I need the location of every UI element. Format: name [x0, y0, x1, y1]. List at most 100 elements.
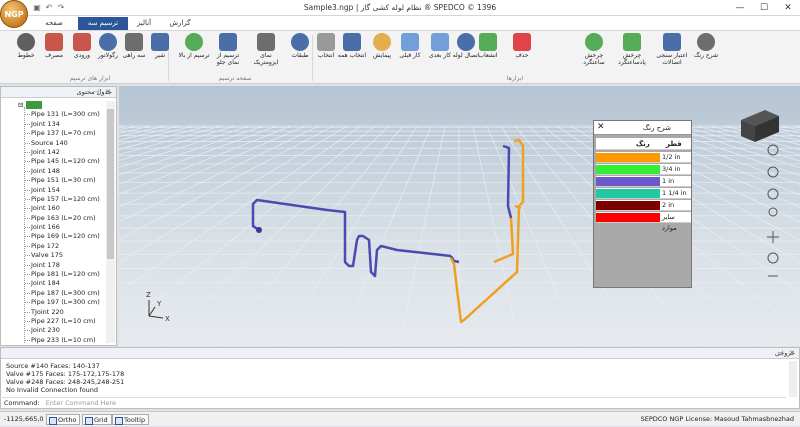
save-icon[interactable]: ▣ [32, 3, 42, 13]
tree-item[interactable]: Pipe 187 (L=300 cm) [3, 289, 102, 298]
minimize-button[interactable]: — [728, 0, 752, 16]
ribbon-button-label: نمای ایزومتریک [253, 52, 279, 66]
tree-item[interactable]: Joint 154 [3, 186, 102, 195]
tree-item[interactable]: Pipe 181 (L=120 cm) [3, 270, 102, 279]
tree-item[interactable]: TJoint 220 [3, 308, 102, 317]
color-size-label: 1 1/4 in [662, 189, 687, 197]
tree-item[interactable]: Joint 230 [3, 326, 102, 335]
tab-home[interactable]: صفحه اصلی [30, 17, 78, 39]
tree-list: ⊟ ngp Pipe 131 (L=300 cm) Joint 134 Pipe 1… [3, 101, 102, 345]
ribbon-button-label: کار قبلی [399, 52, 421, 59]
pin-icon[interactable]: ⊣ [93, 88, 99, 96]
tree-item[interactable]: Pipe 157 (L=120 cm) [3, 195, 102, 204]
tree-item[interactable]: Pipe 137 (L=70 cm) [3, 129, 102, 138]
tree-item[interactable]: Valve 175 [3, 251, 102, 260]
tab-report[interactable]: گزارش [160, 17, 200, 30]
group-tools-label: ابزارها [506, 75, 524, 82]
tree-root[interactable]: ⊟ ngp [3, 101, 102, 110]
ribbon-button-label: ترسیم از بالا [178, 52, 210, 59]
ribbon-button-8[interactable]: کار قبلی [394, 33, 426, 71]
tree-item[interactable]: Joint 178 [3, 261, 102, 270]
grid-toggle[interactable]: Grid [82, 414, 112, 425]
ribbon-button-12[interactable]: طبقات [284, 33, 316, 71]
command-bar: Command: Enter Command Here [0, 397, 786, 407]
tree-item[interactable]: Joint 166 [3, 223, 102, 232]
ribbon-button-9[interactable]: پیمایش [366, 33, 398, 71]
ribbon-button-20[interactable]: مصرف [38, 33, 70, 71]
rotate-cw-icon [585, 33, 603, 51]
group-canvas-label: صفحه ترسیم [218, 75, 252, 82]
ribbon-button-19[interactable]: ورودی [66, 33, 98, 71]
3d-viewport[interactable]: Z Y X [119, 86, 800, 346]
source-node[interactable] [256, 227, 262, 233]
ribbon-button-4[interactable]: حذف [506, 33, 538, 71]
tree-item[interactable]: Pipe 169 (L=120 cm) [3, 232, 102, 241]
select-icon [317, 33, 335, 51]
orange-pipe-network[interactable] [449, 138, 525, 324]
tree-item[interactable]: Source 140 [3, 139, 102, 148]
tree-item[interactable]: Joint 160 [3, 204, 102, 213]
tree-item[interactable]: Pipe 163 (L=20 cm) [3, 214, 102, 223]
tree-item[interactable]: Pipe 172 [3, 242, 102, 251]
close-icon[interactable]: ✕ [105, 88, 111, 96]
delete-icon [513, 33, 531, 51]
ribbon-button-label: اعتبار سنجی اتصالات [656, 52, 688, 66]
tree-item[interactable]: Joint 148 [3, 167, 102, 176]
tooltip-toggle[interactable]: Tooltip [112, 414, 150, 425]
tree-item[interactable]: Joint 142 [3, 148, 102, 157]
ribbon-button-label: طبقات [291, 52, 309, 59]
blue-pipe-network[interactable] [251, 144, 513, 278]
ribbon-button-label: شرح رنگ [693, 52, 719, 59]
tree-item[interactable]: Joint 134 [3, 120, 102, 129]
tree-item[interactable]: Pipe 145 (L=120 cm) [3, 157, 102, 166]
ribbon-button-7[interactable]: کار بعدی [424, 33, 456, 71]
ribbon-button-2[interactable]: چرخش پادساعتگرد [616, 33, 648, 71]
ribbon-button-14[interactable]: ترسیم از نمای جلو [212, 33, 244, 71]
view-cube-icon[interactable] [741, 110, 779, 142]
pan-icon [373, 33, 391, 51]
tree-item[interactable]: Pipe 197 (L=300 cm) [3, 298, 102, 307]
orbit-icon [767, 166, 779, 178]
command-input[interactable]: Enter Command Here [46, 399, 116, 407]
color-legend-row: 3/4 in [596, 164, 691, 175]
ribbon-button-1[interactable]: اعتبار سنجی اتصالات [656, 33, 688, 71]
tab-3d-drawing[interactable]: ترسیم سه بعدی [78, 17, 128, 39]
ribbon-button-21[interactable]: خطوط [10, 33, 42, 71]
tree-item[interactable]: Pipe 233 (L=10 cm) [3, 336, 102, 345]
output-scrollbar[interactable] [789, 361, 797, 397]
redo-quick-icon[interactable]: ↷ [56, 3, 66, 13]
color-legend-header: رنگ قطر [596, 138, 691, 150]
undo-quick-icon[interactable]: ↶ [44, 3, 54, 13]
ribbon: ابزارها صفحه ترسیم ابزار های ترسیم شرح ر… [0, 30, 800, 84]
regulator-icon [99, 33, 117, 51]
tree-scrollbar[interactable] [106, 101, 115, 343]
close-icon[interactable]: ✕ [789, 349, 795, 357]
ribbon-button-0[interactable]: شرح رنگ [690, 33, 722, 71]
color-legend-title: شرح رنگ [594, 121, 691, 135]
ortho-toggle[interactable]: Ortho [46, 414, 81, 425]
close-button[interactable]: ✕ [776, 0, 800, 16]
color-legend-row: 1 1/4 in [596, 188, 691, 199]
coordinates-readout: -1125,665,0 [4, 415, 44, 423]
color-swatch [596, 213, 660, 222]
maximize-button[interactable]: ☐ [752, 0, 776, 16]
rotate-ccw-icon [623, 33, 641, 51]
color-legend-row: سایر موارد [596, 212, 691, 232]
select-all-icon [343, 33, 361, 51]
ribbon-button-label: ترسیم از نمای جلو [216, 52, 240, 66]
color-legend-row: 1 in [596, 176, 691, 187]
viewport-canvas[interactable]: Z Y X [119, 86, 800, 346]
app-logo-icon[interactable]: NGP [0, 0, 28, 28]
color-size-label: 1/2 in [662, 153, 681, 161]
tab-analysis[interactable]: آنالیز [128, 17, 160, 30]
tree-item[interactable]: Joint 184 [3, 279, 102, 288]
tee-icon [125, 33, 143, 51]
ribbon-button-3[interactable]: چرخش ساعتگرد [578, 33, 610, 71]
pin-icon[interactable]: ⊣ [777, 349, 783, 357]
close-icon[interactable]: ✕ [597, 122, 605, 132]
ribbon-button-15[interactable]: ترسیم از بالا [178, 33, 210, 71]
tree-item[interactable]: Pipe 131 (L=300 cm) [3, 110, 102, 119]
tree-item[interactable]: Pipe 227 (L=10 cm) [3, 317, 102, 326]
ribbon-button-13[interactable]: نمای ایزومتریک [250, 33, 282, 71]
tree-item[interactable]: Pipe 151 (L=30 cm) [3, 176, 102, 185]
